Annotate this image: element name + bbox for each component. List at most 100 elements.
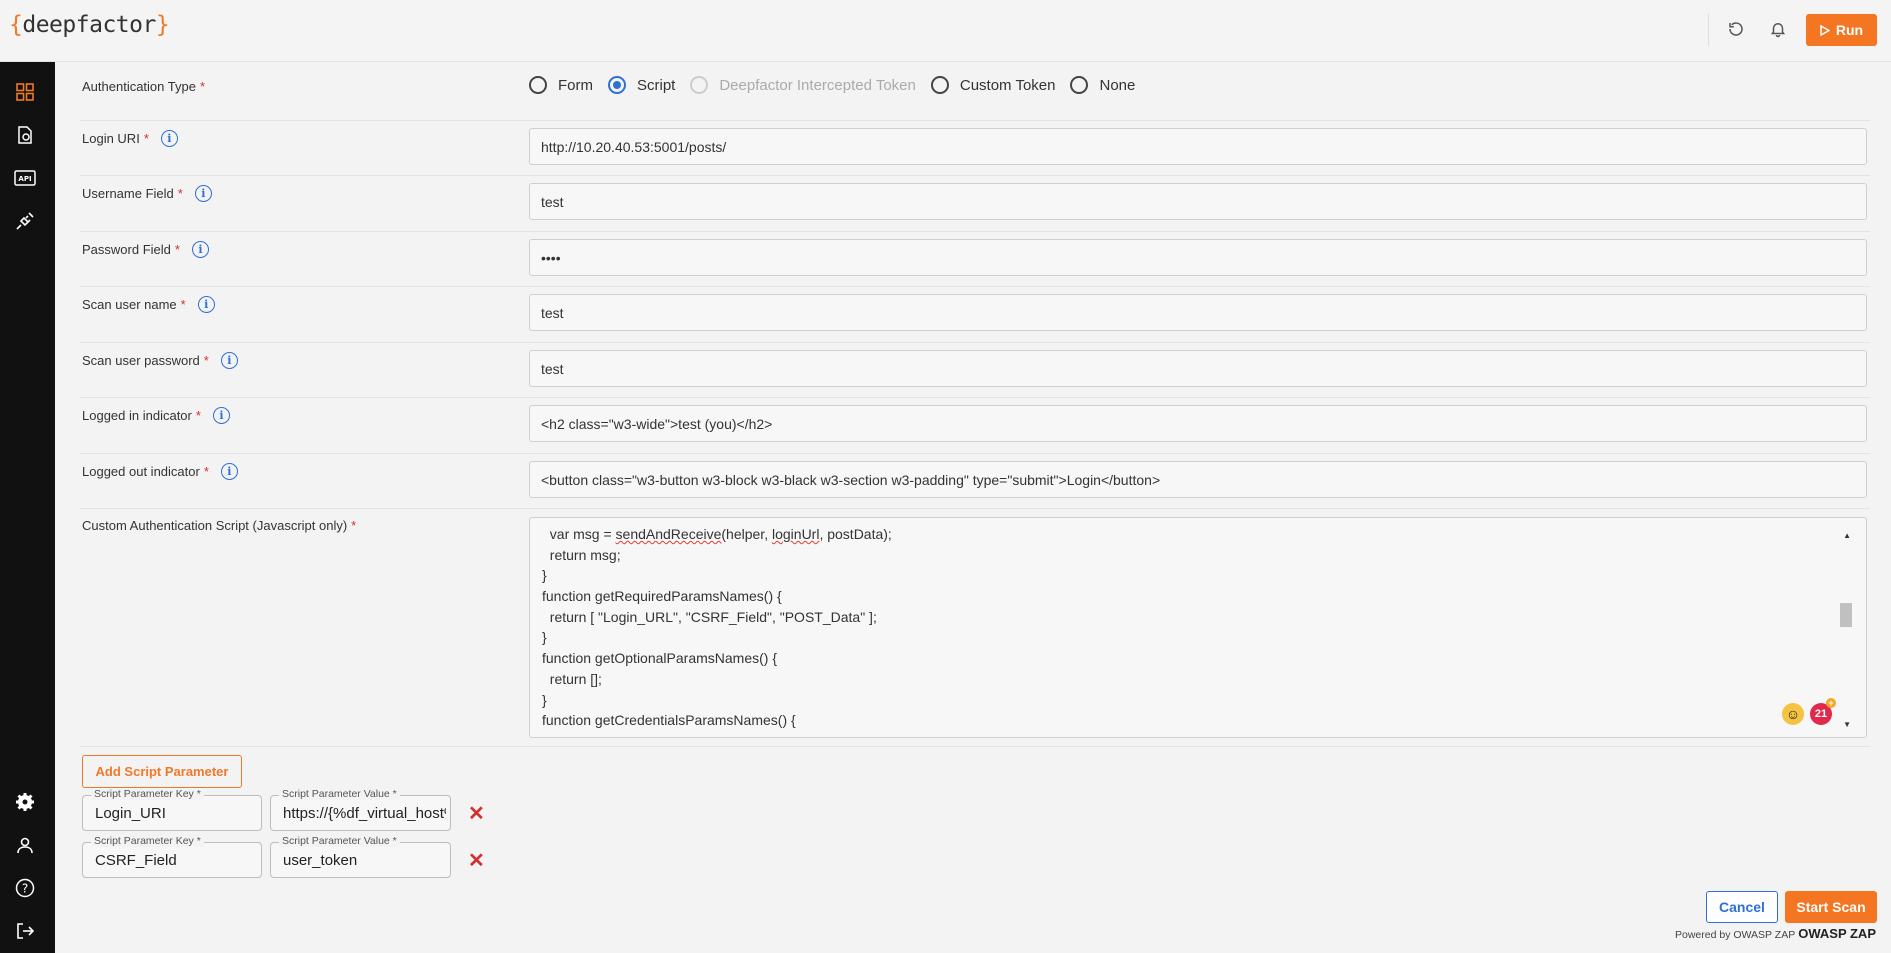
svg-text:?: ? <box>22 882 28 896</box>
scan-user-name-row: Scan user name * i test <box>80 288 1870 343</box>
field-value: user_token <box>283 852 358 869</box>
svg-text:API: API <box>18 175 31 183</box>
api-icon[interactable]: API <box>13 166 37 190</box>
plug-icon[interactable] <box>13 209 37 233</box>
script-line: } <box>542 629 547 646</box>
scan-user-name-label-text: Scan user name <box>82 297 177 312</box>
username-field-value: test <box>541 193 564 210</box>
radio-deepfactor-intercepted-token: Deepfactor Intercepted Token <box>690 76 916 94</box>
field-floating-label: Script Parameter Key * <box>91 835 204 847</box>
info-icon[interactable]: i <box>197 296 215 313</box>
radio-form[interactable]: Form <box>529 76 593 94</box>
custom-script-label-text: Custom Authentication Script (Javascript… <box>82 518 348 533</box>
scroll-up-arrow-icon[interactable]: ▲ <box>1843 531 1851 540</box>
dashboard-icon[interactable] <box>13 80 37 104</box>
scan-user-password-label-text: Scan user password <box>82 353 200 368</box>
script-param-value-input[interactable]: Script Parameter Value * https://{%df_vi… <box>270 788 451 831</box>
script-param-key-input[interactable]: Script Parameter Key * CSRF_Field <box>82 835 262 878</box>
scan-user-name-label: Scan user name * i <box>82 296 215 313</box>
auth-type-radio-group: Form Script Deepfactor Intercepted Token… <box>529 76 1150 94</box>
radio-label: Custom Token <box>959 76 1056 94</box>
top-bar: {deepfactor} Run <box>0 0 1891 62</box>
login-uri-input[interactable]: http://10.20.40.53:5001/posts/ <box>529 128 1867 165</box>
info-icon[interactable]: i <box>220 352 238 369</box>
required-mark: * <box>143 131 149 146</box>
required-mark: * <box>180 297 186 312</box>
info-icon[interactable]: i <box>212 407 230 424</box>
script-lines: var msg = sendAndReceive(helper, loginUr… <box>530 518 1866 731</box>
extension-badges: ☺ 21 <box>1782 698 1836 725</box>
script-line: function getOptionalParamsNames() { <box>542 650 777 667</box>
info-icon[interactable]: i <box>220 463 238 480</box>
logout-icon[interactable] <box>13 919 37 943</box>
refresh-icon[interactable] <box>1725 18 1747 40</box>
user-icon[interactable] <box>13 833 37 857</box>
emoji-extension-icon[interactable]: ☺ <box>1782 703 1804 725</box>
radio-circle <box>690 76 709 94</box>
script-param-value-input[interactable]: Script Parameter Value * user_token <box>270 835 451 878</box>
scroll-down-arrow-icon[interactable]: ▼ <box>1843 720 1851 729</box>
radio-label: Deepfactor Intercepted Token <box>719 76 916 94</box>
sidebar: API ? <box>0 62 55 953</box>
script-line: } <box>542 567 547 584</box>
logged-out-indicator-value: <button class="w3-button w3-block w3-bla… <box>541 471 1161 488</box>
gear-icon[interactable] <box>13 790 37 814</box>
logged-in-indicator-input[interactable]: <h2 class="w3-wide">test (you)</h2> <box>529 405 1867 442</box>
counter-badge[interactable]: 21 <box>1810 698 1836 725</box>
add-script-parameter-button[interactable]: Add Script Parameter <box>82 755 242 788</box>
bell-icon[interactable] <box>1767 18 1789 40</box>
login-uri-label: Login URI * i <box>82 130 178 147</box>
scan-user-name-input[interactable]: test <box>529 294 1867 331</box>
powered-by: Powered by OWASP ZAP OWASP ZAP <box>1675 926 1876 941</box>
username-field-input[interactable]: test <box>529 183 1867 220</box>
login-uri-label-text: Login URI <box>82 131 140 146</box>
login-uri-row: Login URI * i http://10.20.40.53:5001/post… <box>80 122 1870 176</box>
radio-label: Form <box>558 76 593 94</box>
deepfactor-logo[interactable]: {deepfactor} <box>9 12 170 38</box>
scan-user-password-label: Scan user password * i <box>82 352 238 369</box>
info-icon[interactable]: i <box>160 130 178 147</box>
password-field-value: •••• <box>541 249 561 266</box>
radio-label: None <box>1099 76 1136 94</box>
document-icon[interactable] <box>13 123 37 147</box>
scan-user-password-input[interactable]: test <box>529 350 1867 387</box>
logged-in-indicator-label-text: Logged in indicator <box>82 408 192 423</box>
logged-out-indicator-label: Logged out indicator * i <box>82 463 238 480</box>
required-mark: * <box>174 242 180 257</box>
scrollbar-thumb[interactable] <box>1840 603 1852 627</box>
logged-out-indicator-label-text: Logged out indicator <box>82 464 200 479</box>
radio-circle <box>930 76 949 94</box>
script-param-key-input[interactable]: Script Parameter Key * Login_URI <box>82 788 262 831</box>
run-button-label: Run <box>1835 22 1864 38</box>
radio-custom-token[interactable]: Custom Token <box>930 76 1056 94</box>
scan-user-password-row: Scan user password * i test <box>80 344 1870 398</box>
password-field-input[interactable]: •••• <box>529 239 1867 276</box>
field-value: https://{%df_virtual_host%} <box>283 805 446 822</box>
radio-none[interactable]: None <box>1070 76 1135 94</box>
username-field-label: Username Field * i <box>82 185 212 202</box>
help-icon[interactable]: ? <box>13 876 37 900</box>
logged-out-indicator-input[interactable]: <button class="w3-button w3-block w3-bla… <box>529 461 1867 498</box>
info-icon[interactable]: i <box>194 185 212 202</box>
radio-circle <box>1070 76 1089 94</box>
radio-script[interactable]: Script <box>608 76 675 94</box>
owasp-zap-logo: OWASP ZAP <box>1798 926 1876 941</box>
username-field-label-text: Username Field <box>82 186 174 201</box>
logged-in-indicator-row: Logged in indicator * i <h2 class="w3-wide… <box>80 399 1870 454</box>
logged-in-indicator-value: <h2 class="w3-wide">test (you)</h2> <box>541 415 773 432</box>
field-floating-label: Script Parameter Value * <box>279 835 400 847</box>
start-scan-button[interactable]: Start Scan <box>1785 891 1877 923</box>
cancel-button[interactable]: Cancel <box>1706 891 1778 923</box>
run-button[interactable]: Run <box>1806 14 1877 46</box>
delete-param-icon[interactable]: ✕ <box>468 801 485 826</box>
scan-user-name-value: test <box>541 304 564 321</box>
field-floating-label: Script Parameter Key * <box>91 788 204 800</box>
field-value: Login_URI <box>95 805 166 822</box>
script-line: } <box>542 691 547 708</box>
info-icon[interactable]: i <box>191 241 209 258</box>
script-line: return msg; <box>542 546 621 563</box>
field-floating-label: Script Parameter Value * <box>279 788 400 800</box>
delete-param-icon[interactable]: ✕ <box>468 848 485 873</box>
divider <box>1708 14 1709 46</box>
custom-script-editor[interactable]: var msg = sendAndReceive(helper, loginUr… <box>529 517 1867 738</box>
